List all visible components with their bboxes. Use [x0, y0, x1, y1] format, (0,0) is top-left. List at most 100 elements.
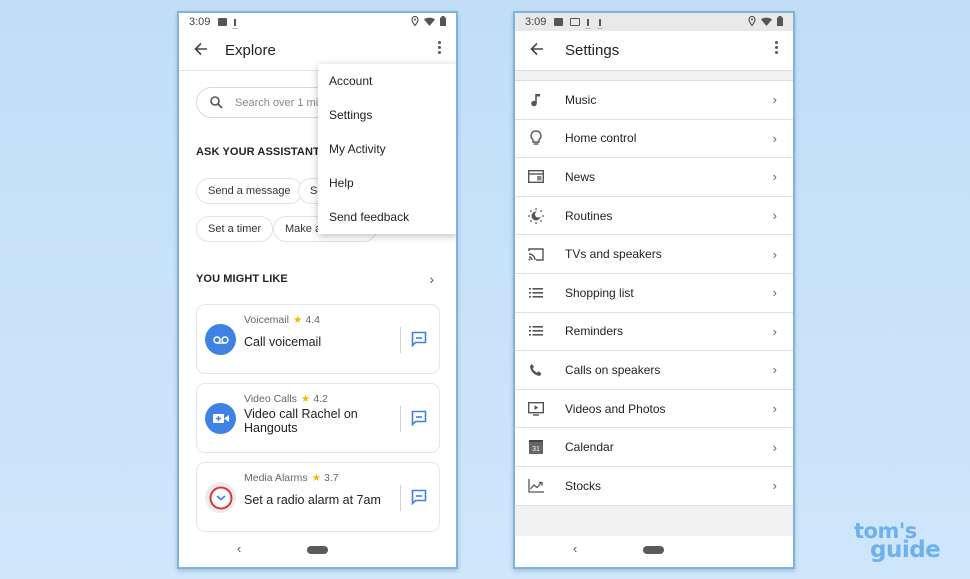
- action-card[interactable]: Voicemail ★ 4.4 Call voicemail: [196, 304, 440, 374]
- back-arrow-icon: [530, 42, 543, 56]
- row-label: Music: [565, 92, 597, 107]
- action-card[interactable]: Media Alarms ★ 3.7 Set a radio alarm at 7a…: [196, 462, 440, 532]
- back-arrow-icon: [194, 42, 207, 56]
- card-title: Set a radio alarm at 7am: [244, 493, 381, 507]
- nav-home-button[interactable]: [643, 546, 664, 554]
- status-time: 3:09: [189, 16, 211, 28]
- row-label: Stocks: [565, 478, 602, 493]
- message-icon[interactable]: [411, 331, 427, 352]
- card-meta: Video Calls ★ 4.2: [244, 393, 328, 405]
- back-button[interactable]: [179, 40, 223, 61]
- stocks-icon: [515, 478, 557, 493]
- settings-item-calendar[interactable]: 31 Calendar ›: [515, 428, 793, 467]
- video-icon: [515, 401, 557, 416]
- menu-item-my-activity[interactable]: My Activity: [318, 132, 456, 166]
- divider: [400, 327, 401, 353]
- star-icon: ★: [292, 314, 303, 326]
- row-label: News: [565, 169, 596, 184]
- system-nav-bar: ‹: [515, 535, 793, 567]
- chevron-right-icon: ›: [772, 285, 777, 301]
- section-gap: [515, 71, 793, 81]
- settings-item-stocks[interactable]: Stocks ›: [515, 467, 793, 506]
- wifi-icon: [424, 17, 435, 26]
- app-bar: Settings: [515, 31, 793, 71]
- app-name: Voicemail: [244, 314, 289, 326]
- card-meta: Media Alarms ★ 3.7: [244, 472, 339, 484]
- rating: 4.2: [313, 393, 328, 405]
- settings-item-reminders[interactable]: Reminders ›: [515, 313, 793, 352]
- location-icon: [748, 16, 756, 26]
- row-label: Home control: [565, 131, 637, 146]
- overflow-menu: Account Settings My Activity Help Send f…: [318, 64, 456, 234]
- chevron-right-icon: ›: [772, 169, 777, 185]
- card-title: Call voicemail: [244, 335, 322, 349]
- app-name: Media Alarms: [244, 472, 308, 484]
- row-label: Reminders: [565, 324, 624, 339]
- divider: [400, 485, 401, 511]
- message-icon[interactable]: [411, 410, 427, 431]
- logo-line2: guide: [870, 537, 941, 563]
- search-icon: [197, 96, 235, 109]
- voicemail-icon: [205, 324, 236, 355]
- image-notification-icon: [554, 18, 564, 26]
- settings-screen: 3:09 Settings Music › Home control › New…: [513, 11, 795, 569]
- status-bar: 3:09: [179, 13, 456, 31]
- download-notification-icon: [597, 18, 604, 29]
- settings-item-routines[interactable]: Routines ›: [515, 197, 793, 236]
- rating: 3.7: [324, 472, 339, 484]
- gallery-notification-icon: [570, 18, 581, 26]
- more-options-icon[interactable]: [438, 41, 442, 54]
- nav-back-button[interactable]: ‹: [573, 541, 577, 556]
- rating: 4.4: [305, 314, 320, 326]
- status-time: 3:09: [525, 16, 547, 28]
- menu-item-help[interactable]: Help: [318, 166, 456, 200]
- location-icon: [411, 16, 419, 26]
- empty-area: [515, 505, 793, 536]
- alarm-icon: [205, 482, 236, 513]
- video-call-icon: [205, 403, 236, 434]
- settings-item-tvs-speakers[interactable]: TVs and speakers ›: [515, 235, 793, 274]
- settings-item-home-control[interactable]: Home control ›: [515, 120, 793, 159]
- calendar-icon: 31: [515, 440, 557, 455]
- ask-assistant-heading: ASK YOUR ASSISTANT: [196, 146, 320, 158]
- chip-send-message[interactable]: Send a message: [196, 178, 303, 204]
- row-label: Routines: [565, 208, 613, 223]
- toms-guide-logo: tom's guide: [854, 521, 941, 563]
- phone-icon: [515, 363, 557, 377]
- chevron-right-icon: ›: [772, 401, 777, 417]
- chevron-right-icon: ›: [772, 130, 777, 146]
- you-might-like-heading: YOU MIGHT LIKE: [196, 273, 288, 285]
- menu-item-account[interactable]: Account: [318, 64, 456, 98]
- music-note-icon: [515, 93, 557, 107]
- message-icon[interactable]: [411, 489, 427, 510]
- battery-icon: [440, 16, 446, 26]
- card-title: Video call Rachel on Hangouts: [244, 407, 358, 435]
- explore-screen: 3:09 Explore Search over 1 million actio…: [177, 11, 458, 569]
- settings-item-news[interactable]: News ›: [515, 158, 793, 197]
- chevron-right-icon[interactable]: ›: [429, 271, 434, 287]
- menu-item-settings[interactable]: Settings: [318, 98, 456, 132]
- menu-item-send-feedback[interactable]: Send feedback: [318, 200, 456, 234]
- status-bar: 3:09: [515, 13, 793, 31]
- chevron-right-icon: ›: [772, 362, 777, 378]
- settings-item-music[interactable]: Music ›: [515, 81, 793, 120]
- routines-icon: [515, 207, 557, 224]
- page-title: Explore: [225, 42, 276, 59]
- back-button[interactable]: [515, 40, 559, 61]
- row-label: Calendar: [565, 440, 614, 455]
- chevron-right-icon: ›: [772, 478, 777, 494]
- download-notification-icon: [232, 18, 239, 29]
- action-card[interactable]: Video Calls ★ 4.2 Video call Rachel on Han…: [196, 383, 440, 453]
- wifi-icon: [761, 17, 772, 26]
- settings-item-videos-photos[interactable]: Videos and Photos ›: [515, 390, 793, 429]
- row-label: Shopping list: [565, 285, 634, 300]
- chip-set-timer[interactable]: Set a timer: [196, 216, 274, 242]
- card-meta: Voicemail ★ 4.4: [244, 314, 320, 326]
- row-label: Calls on speakers: [565, 362, 661, 377]
- more-options-icon[interactable]: [775, 41, 779, 54]
- settings-item-calls-on-speakers[interactable]: Calls on speakers ›: [515, 351, 793, 390]
- nav-home-button[interactable]: [307, 546, 328, 554]
- settings-item-shopping-list[interactable]: Shopping list ›: [515, 274, 793, 313]
- nav-back-button[interactable]: ‹: [237, 541, 241, 556]
- row-label: TVs and speakers: [565, 247, 662, 262]
